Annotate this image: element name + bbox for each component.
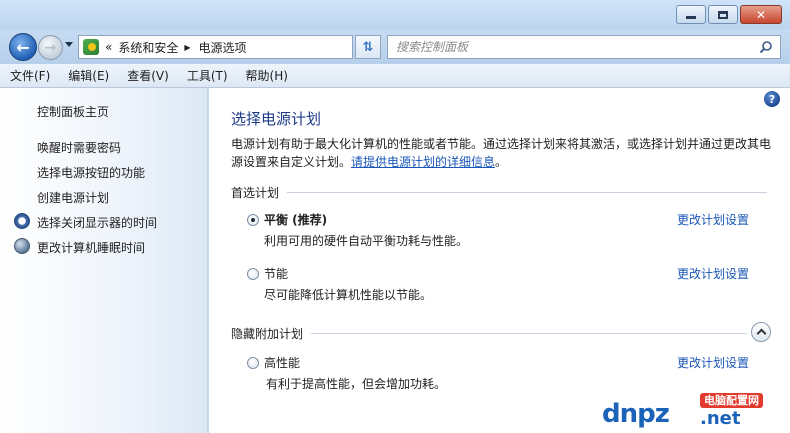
search-input[interactable] xyxy=(396,40,746,54)
radio-power-saver[interactable] xyxy=(247,268,259,280)
minimize-icon xyxy=(677,6,705,23)
change-plan-settings-high-performance-link[interactable]: 更改计划设置 xyxy=(677,354,749,371)
forward-button[interactable]: → xyxy=(38,35,63,60)
help-icon[interactable]: ? xyxy=(764,91,780,107)
address-bar[interactable]: « 系统和安全 ▶ 电源选项 xyxy=(78,35,422,59)
menu-view[interactable]: 查看(V) xyxy=(127,67,169,84)
breadcrumb-separator-icon[interactable]: ▶ xyxy=(184,43,190,52)
section-divider xyxy=(311,333,747,334)
plan-high-performance-name[interactable]: 高性能 xyxy=(264,354,300,371)
menu-bar: 文件(F) 编辑(E) 查看(V) 工具(T) 帮助(H) xyxy=(0,64,790,88)
plan-power-saver-name[interactable]: 节能 xyxy=(264,265,288,282)
refresh-button[interactable]: ⇅ xyxy=(355,35,381,59)
change-plan-settings-power-saver-link[interactable]: 更改计划设置 xyxy=(677,265,749,282)
search-icon[interactable] xyxy=(759,40,773,54)
watermark-suffix: .net xyxy=(700,408,741,429)
plan-high-performance-desc: 有利于提高性能，但会增加功耗。 xyxy=(266,377,447,391)
sidebar-item-create-plan[interactable]: 创建电源计划 xyxy=(37,189,109,206)
preferred-plans-header: 首选计划 xyxy=(231,186,280,200)
recent-pages-dropdown-icon[interactable] xyxy=(65,42,73,47)
section-divider xyxy=(287,192,767,193)
main-content: ? 选择电源计划 电源计划有助于最大化计算机的性能或者节能。通过选择计划来将其激… xyxy=(209,88,790,433)
clock-icon xyxy=(14,213,30,229)
maximize-button[interactable] xyxy=(708,5,738,24)
arrow-left-icon: ← xyxy=(16,37,30,57)
plan-power-saver-desc: 尽可能降低计算机性能以节能。 xyxy=(264,288,433,302)
search-box[interactable] xyxy=(387,35,781,59)
plan-details-link[interactable]: 请提供电源计划的详细信息 xyxy=(351,155,495,169)
menu-file[interactable]: 文件(F) xyxy=(10,67,50,84)
sidebar-item-wake-password[interactable]: 唤醒时需要密码 xyxy=(37,139,121,156)
maximize-icon xyxy=(709,6,737,23)
chevron-up-icon xyxy=(756,328,766,339)
description-end: 。 xyxy=(495,155,508,169)
navigation-bar: ← → « 系统和安全 ▶ 电源选项 ⇅ xyxy=(0,30,790,64)
moon-icon xyxy=(14,238,30,254)
minimize-button[interactable] xyxy=(676,5,706,24)
page-description: 电源计划有助于最大化计算机的性能或者节能。通过选择计划来将其激活，或选择计划并通… xyxy=(231,135,776,171)
radio-high-performance[interactable] xyxy=(247,357,259,369)
plan-balanced-desc: 利用可用的硬件自动平衡功耗与性能。 xyxy=(264,234,469,248)
menu-help[interactable]: 帮助(H) xyxy=(246,67,288,84)
watermark-main-text: dnpz xyxy=(602,399,670,429)
radio-balanced[interactable] xyxy=(247,214,259,226)
watermark-tag: 电脑配置网 xyxy=(700,393,763,408)
close-icon: ✕ xyxy=(755,7,767,22)
collapse-hidden-plans-button[interactable] xyxy=(751,322,771,342)
window-controls: ✕ xyxy=(674,5,782,24)
breadcrumb-overflow[interactable]: « xyxy=(105,40,112,54)
page-title: 选择电源计划 xyxy=(231,110,322,128)
hidden-plans-header[interactable]: 隐藏附加计划 xyxy=(231,325,303,342)
close-button[interactable]: ✕ xyxy=(740,5,782,24)
menu-edit[interactable]: 编辑(E) xyxy=(68,67,109,84)
sidebar-item-power-buttons[interactable]: 选择电源按钮的功能 xyxy=(37,164,145,181)
site-watermark-logo: dnpz 电脑配置网 .net xyxy=(602,393,786,429)
arrow-right-icon: → xyxy=(44,39,57,56)
breadcrumb-system-security[interactable]: 系统和安全 xyxy=(118,39,178,56)
plan-balanced-name[interactable]: 平衡 (推荐) xyxy=(264,211,327,228)
breadcrumb-power-options[interactable]: 电源选项 xyxy=(199,39,247,56)
sidebar-control-panel-home[interactable]: 控制面板主页 xyxy=(37,103,109,120)
menu-tools[interactable]: 工具(T) xyxy=(187,67,228,84)
sidebar-item-sleep-time[interactable]: 更改计算机睡眠时间 xyxy=(37,239,145,256)
change-plan-settings-balanced-link[interactable]: 更改计划设置 xyxy=(677,211,749,228)
sidebar: 控制面板主页 唤醒时需要密码 选择电源按钮的功能 创建电源计划 选择关闭显示器的… xyxy=(0,88,208,433)
back-button[interactable]: ← xyxy=(9,33,37,61)
title-bar: ✕ xyxy=(0,0,790,30)
sidebar-item-display-off[interactable]: 选择关闭显示器的时间 xyxy=(37,214,157,231)
control-panel-icon xyxy=(83,39,99,55)
refresh-icon: ⇅ xyxy=(362,39,374,55)
